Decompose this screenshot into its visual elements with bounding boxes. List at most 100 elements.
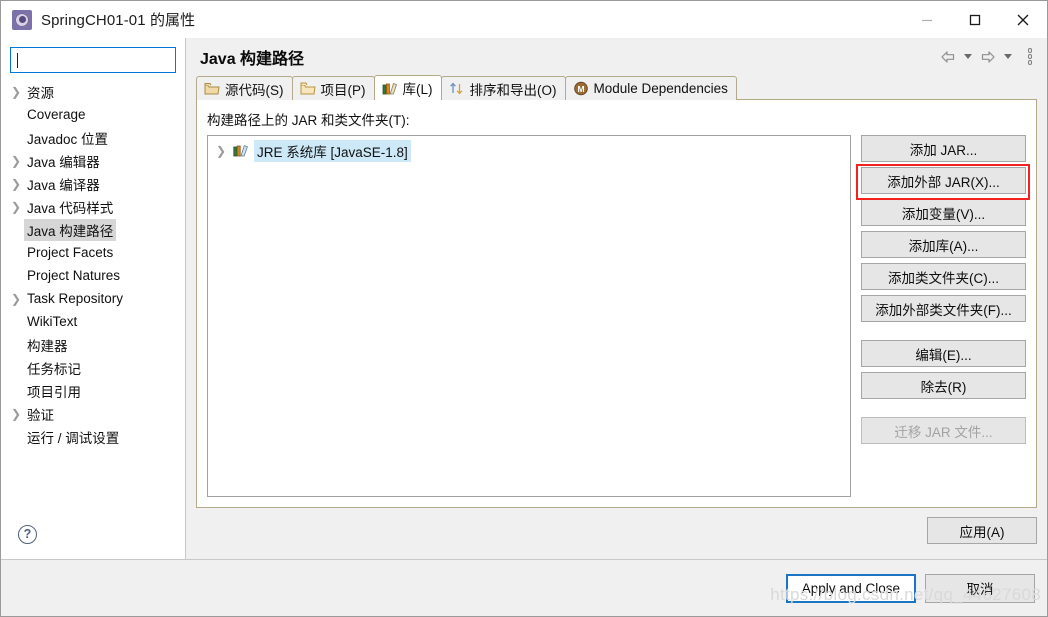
tree-indent-spacer: ❯	[11, 385, 27, 397]
add-library-button[interactable]: 添加库(A)...	[861, 231, 1026, 258]
forward-arrow-icon[interactable]	[978, 46, 998, 68]
tab-label: 源代码(S)	[225, 82, 284, 98]
sidebar-item-label: Task Repository	[27, 291, 124, 306]
chevron-right-icon[interactable]: ❯	[216, 144, 233, 158]
add-external-class-folder-button[interactable]: 添加外部类文件夹(F)...	[861, 295, 1026, 322]
add-external-jar-button[interactable]: 添加外部 JAR(X)...	[861, 167, 1026, 194]
cancel-button[interactable]: 取消	[925, 573, 1035, 603]
tree-indent-spacer: ❯	[11, 431, 27, 443]
sidebar-item-14[interactable]: ❯ 验证	[1, 402, 185, 425]
sidebar-item-7[interactable]: ❯Project Facets	[1, 241, 185, 264]
sidebar-item-5[interactable]: ❯ Java 代码样式	[1, 195, 185, 218]
highlight-annotation-wrapper: 添加外部 JAR(X)...	[856, 164, 1030, 200]
minimize-icon[interactable]	[903, 1, 951, 38]
sidebar-item-8[interactable]: ❯Project Natures	[1, 264, 185, 287]
sidebar-item-0[interactable]: ❯ 资源	[1, 80, 185, 103]
tree-indent-spacer: ❯	[11, 339, 27, 351]
add-variable-button[interactable]: 添加变量(V)...	[861, 199, 1026, 226]
tree-indent-spacer: ❯	[11, 247, 27, 259]
sidebar-item-15[interactable]: ❯运行 / 调试设置	[1, 425, 185, 448]
svg-text:M: M	[577, 84, 584, 94]
sidebar-item-label: Java 代码样式	[27, 200, 114, 216]
back-arrow-icon[interactable]	[938, 46, 958, 68]
back-menu-chevron-down-icon[interactable]	[961, 46, 975, 68]
properties-gear-icon	[12, 9, 32, 30]
settings-page: Java 构建路径 源代码(S) 项目(P) 库(L) 排序和导出(O) M Module	[186, 38, 1047, 559]
classpath-action-buttons: 添加 JAR... 添加外部 JAR(X)... 添加变量(V)... 添加库(A).…	[856, 135, 1030, 497]
tree-indent-spacer: ❯	[11, 132, 27, 144]
tab-1[interactable]: 项目(P)	[291, 76, 375, 100]
migrate-jar-button: 迁移 JAR 文件...	[861, 417, 1026, 444]
tab-3[interactable]: 排序和导出(O)	[440, 76, 566, 100]
chevron-right-icon[interactable]: ❯	[11, 86, 27, 98]
library-tab-panel: 构建路径上的 JAR 和类文件夹(T): ❯ JRE 系统库 [JavaSE-1.…	[196, 100, 1037, 508]
apply-button[interactable]: 应用(A)	[927, 517, 1037, 544]
sidebar-item-label: 构建器	[27, 338, 68, 354]
sidebar-item-13[interactable]: ❯项目引用	[1, 379, 185, 402]
sidebar-item-1[interactable]: ❯Coverage	[1, 103, 185, 126]
help-container: ?	[1, 509, 185, 559]
order-export-icon	[449, 82, 462, 95]
page-title: Java 构建路径	[200, 50, 305, 68]
tab-4[interactable]: M Module Dependencies	[564, 76, 737, 100]
tab-label: 排序和导出(O)	[469, 82, 557, 98]
sidebar-item-label: Java 编辑器	[27, 154, 100, 170]
sidebar-item-label: 项目引用	[27, 384, 81, 400]
sidebar-item-label: WikiText	[27, 314, 78, 329]
chevron-right-icon[interactable]: ❯	[11, 408, 27, 420]
apply-and-close-button[interactable]: Apply and Close	[785, 573, 916, 603]
library-books-icon	[382, 82, 397, 94]
sidebar-item-9[interactable]: ❯ Task Repository	[1, 287, 185, 310]
edit-button[interactable]: 编辑(E)...	[861, 340, 1026, 367]
remove-button[interactable]: 除去(R)	[861, 372, 1026, 399]
tab-0[interactable]: 源代码(S)	[196, 76, 293, 100]
classpath-entry-row[interactable]: ❯ JRE 系统库 [JavaSE-1.8]	[208, 139, 850, 162]
chevron-right-icon[interactable]: ❯	[11, 201, 27, 213]
settings-sidebar: ❯资源❯Coverage❯Javadoc 位置❯Java 编辑器❯Java 编译…	[1, 38, 186, 559]
sidebar-item-11[interactable]: ❯构建器	[1, 333, 185, 356]
sidebar-item-label: 运行 / 调试设置	[27, 430, 120, 446]
tab-label: 项目(P)	[320, 82, 366, 98]
sidebar-item-4[interactable]: ❯ Java 编译器	[1, 172, 185, 195]
properties-dialog: SpringCH01-01 的属性 ❯资源❯Coverage❯Javadoc 位…	[0, 0, 1048, 617]
settings-tree: ❯资源❯Coverage❯Javadoc 位置❯Java 编辑器❯Java 编译…	[1, 79, 185, 509]
source-folder-icon	[204, 83, 220, 95]
sidebar-item-label: Java 构建路径	[24, 218, 117, 241]
chevron-right-icon[interactable]: ❯	[11, 155, 27, 167]
sidebar-item-12[interactable]: ❯任务标记	[1, 356, 185, 379]
add-jar-button[interactable]: 添加 JAR...	[861, 135, 1026, 162]
sidebar-item-3[interactable]: ❯ Java 编辑器	[1, 149, 185, 172]
apply-row: 应用(A)	[186, 508, 1047, 559]
search-input[interactable]	[10, 47, 176, 73]
tab-label: Module Dependencies	[593, 81, 728, 96]
chevron-right-icon[interactable]: ❯	[11, 293, 27, 305]
page-header: Java 构建路径	[186, 38, 1047, 75]
tree-indent-spacer: ❯	[11, 109, 27, 121]
dialog-footer: Apply and Close 取消 https://blog.csdn.net…	[1, 559, 1047, 616]
jar-list-label: 构建路径上的 JAR 和类文件夹(T):	[207, 113, 410, 128]
maximize-icon[interactable]	[951, 1, 999, 38]
classpath-entry-list[interactable]: ❯ JRE 系统库 [JavaSE-1.8]	[207, 135, 851, 497]
help-question-icon[interactable]: ?	[18, 524, 37, 544]
project-folder-icon	[300, 82, 316, 95]
kebab-menu-icon[interactable]	[1022, 46, 1038, 68]
sidebar-item-6[interactable]: ❯Java 构建路径	[1, 218, 185, 241]
content-main: ❯ JRE 系统库 [JavaSE-1.8] 添加 JAR... 添加外部 JAR(…	[207, 135, 1030, 497]
sidebar-item-label: Javadoc 位置	[27, 131, 109, 147]
search-container	[1, 38, 185, 79]
module-badge-icon: M	[573, 81, 588, 96]
window-controls	[903, 1, 1047, 38]
sidebar-item-10[interactable]: ❯WikiText	[1, 310, 185, 333]
tab-2[interactable]: 库(L)	[373, 75, 442, 100]
chevron-right-icon[interactable]: ❯	[11, 178, 27, 190]
title-bar: SpringCH01-01 的属性	[1, 1, 1047, 38]
dialog-body: ❯资源❯Coverage❯Javadoc 位置❯Java 编辑器❯Java 编译…	[1, 38, 1047, 559]
add-class-folder-button[interactable]: 添加类文件夹(C)...	[861, 263, 1026, 290]
jre-library-icon	[233, 145, 248, 157]
close-icon[interactable]	[999, 1, 1047, 38]
forward-menu-chevron-down-icon[interactable]	[1001, 46, 1015, 68]
sidebar-item-label: 验证	[27, 407, 54, 423]
tab-label: 库(L)	[402, 82, 433, 97]
tree-indent-spacer: ❯	[11, 362, 27, 374]
sidebar-item-2[interactable]: ❯Javadoc 位置	[1, 126, 185, 149]
